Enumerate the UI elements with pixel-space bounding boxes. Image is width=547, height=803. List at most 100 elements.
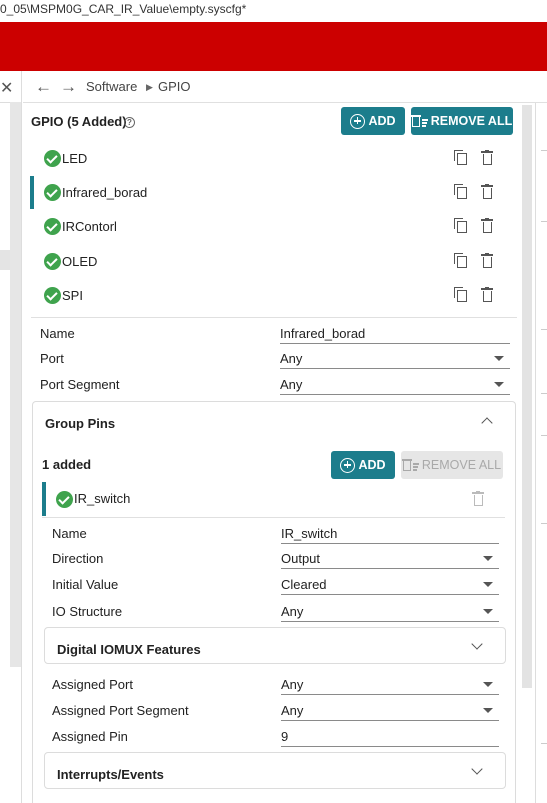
- help-icon[interactable]: ?: [124, 117, 135, 128]
- copy-icon[interactable]: [454, 287, 467, 302]
- add-pin-button[interactable]: ADD: [331, 451, 395, 479]
- initial-value-select[interactable]: Cleared: [281, 577, 499, 595]
- assigned-pin-field[interactable]: 9: [281, 729, 499, 747]
- check-circle-icon: [44, 218, 61, 235]
- interrupts-events-title[interactable]: Interrupts/Events: [57, 767, 164, 782]
- trash-icon[interactable]: [481, 287, 493, 302]
- left-scrollbar[interactable]: [10, 102, 21, 667]
- remove-all-pins-button[interactable]: REMOVE ALL: [401, 451, 503, 479]
- trash-icon[interactable]: [472, 491, 484, 506]
- pin-name-label: Name: [52, 526, 87, 541]
- right-panel-mark: [541, 743, 547, 744]
- right-panel-mark: [541, 523, 547, 524]
- list-item[interactable]: OLED: [30, 244, 516, 278]
- add-gpio-button[interactable]: ADD: [341, 107, 405, 135]
- chevron-right-icon: ▶: [146, 82, 153, 92]
- direction-select[interactable]: Output: [281, 551, 499, 569]
- digital-iomux-title[interactable]: Digital IOMUX Features: [57, 642, 201, 657]
- group-pins-count: 1 added: [42, 457, 92, 472]
- left-selected-item[interactable]: [0, 250, 10, 270]
- app-header-bar: [0, 22, 547, 71]
- trash-icon[interactable]: [481, 184, 493, 199]
- list-item-label: LED: [62, 151, 88, 166]
- port-value: Any: [280, 351, 303, 366]
- list-item-label: OLED: [62, 254, 98, 269]
- right-panel-mark: [541, 329, 547, 330]
- list-item-label: IRContorl: [62, 219, 117, 234]
- dropdown-caret-icon: [494, 356, 504, 361]
- add-circle-icon: [350, 113, 366, 129]
- initial-value-label: Initial Value: [52, 577, 119, 592]
- list-item-selected[interactable]: Infrared_borad: [30, 175, 516, 209]
- pin-label: IR_switch: [74, 491, 131, 506]
- assigned-port-label: Assigned Port: [52, 677, 133, 692]
- port-segment-select[interactable]: Any: [280, 377, 510, 395]
- trash-icon[interactable]: [481, 150, 493, 165]
- name-label: Name: [40, 326, 75, 341]
- right-panel-mark: [541, 150, 547, 151]
- list-item[interactable]: SPI: [30, 278, 516, 312]
- close-icon[interactable]: ✕: [0, 78, 13, 98]
- list-item[interactable]: IRContorl: [30, 209, 516, 243]
- breadcrumb: ← → Software ▶ GPIO: [23, 71, 547, 103]
- io-structure-select[interactable]: Any: [281, 604, 499, 622]
- breadcrumb-software[interactable]: Software: [86, 79, 137, 94]
- add-label: ADD: [368, 114, 396, 128]
- group-pins-title[interactable]: Group Pins: [45, 416, 115, 431]
- right-panel-mark: [541, 221, 547, 222]
- remove-all-label: REMOVE ALL: [430, 114, 513, 128]
- assigned-port-segment-label: Assigned Port Segment: [52, 703, 189, 718]
- check-circle-icon: [44, 253, 61, 270]
- remove-all-icon: [401, 458, 419, 472]
- add-pin-label: ADD: [358, 458, 386, 472]
- copy-icon[interactable]: [454, 184, 467, 199]
- dropdown-caret-icon: [483, 708, 493, 713]
- forward-arrow-icon[interactable]: →: [60, 77, 77, 97]
- window-title: 0_05\MSPM0G_CAR_IR_Value\empty.syscfg*: [0, 0, 547, 22]
- check-circle-icon: [44, 184, 61, 201]
- list-item-label: SPI: [62, 288, 83, 303]
- trash-icon[interactable]: [481, 218, 493, 233]
- copy-icon[interactable]: [454, 150, 467, 165]
- divider: [31, 317, 517, 318]
- breadcrumb-gpio[interactable]: GPIO: [158, 79, 191, 94]
- remove-all-icon: [410, 114, 428, 128]
- port-select[interactable]: Any: [280, 351, 510, 369]
- gpio-header: GPIO (5 Added): [31, 114, 127, 129]
- pin-name-field[interactable]: IR_switch: [281, 526, 499, 544]
- direction-value: Output: [281, 551, 321, 566]
- pin-list-item[interactable]: IR_switch: [46, 482, 504, 516]
- assigned-port-value: Any: [281, 677, 304, 692]
- list-item[interactable]: LED: [30, 141, 516, 175]
- trash-icon[interactable]: [481, 253, 493, 268]
- main-scrollbar[interactable]: [522, 105, 532, 688]
- add-circle-icon: [340, 457, 356, 473]
- port-segment-value: Any: [280, 377, 303, 392]
- list-item-label: Infrared_borad: [62, 185, 148, 200]
- assigned-port-select[interactable]: Any: [281, 677, 499, 695]
- name-field[interactable]: Infrared_borad: [280, 326, 510, 344]
- dropdown-caret-icon: [483, 556, 493, 561]
- check-circle-icon: [44, 150, 61, 167]
- port-segment-label: Port Segment: [40, 377, 120, 392]
- dropdown-caret-icon: [483, 682, 493, 687]
- copy-icon[interactable]: [454, 218, 467, 233]
- assigned-pin-label: Assigned Pin: [52, 729, 128, 744]
- check-circle-icon: [44, 287, 61, 304]
- dropdown-caret-icon: [494, 382, 504, 387]
- remove-all-gpio-button[interactable]: REMOVE ALL: [410, 107, 513, 135]
- copy-icon[interactable]: [454, 253, 467, 268]
- remove-all-pins-label: REMOVE ALL: [421, 458, 502, 472]
- port-label: Port: [40, 351, 64, 366]
- right-panel-mark: [541, 435, 547, 436]
- initial-value-value: Cleared: [281, 577, 327, 592]
- back-arrow-icon[interactable]: ←: [35, 77, 52, 97]
- assigned-port-segment-value: Any: [281, 703, 304, 718]
- dropdown-caret-icon: [483, 582, 493, 587]
- io-structure-label: IO Structure: [52, 604, 123, 619]
- right-panel-mark: [541, 393, 547, 394]
- io-structure-value: Any: [281, 604, 304, 619]
- direction-label: Direction: [52, 551, 104, 566]
- assigned-port-segment-select[interactable]: Any: [281, 703, 499, 721]
- right-side-panel: [535, 103, 547, 803]
